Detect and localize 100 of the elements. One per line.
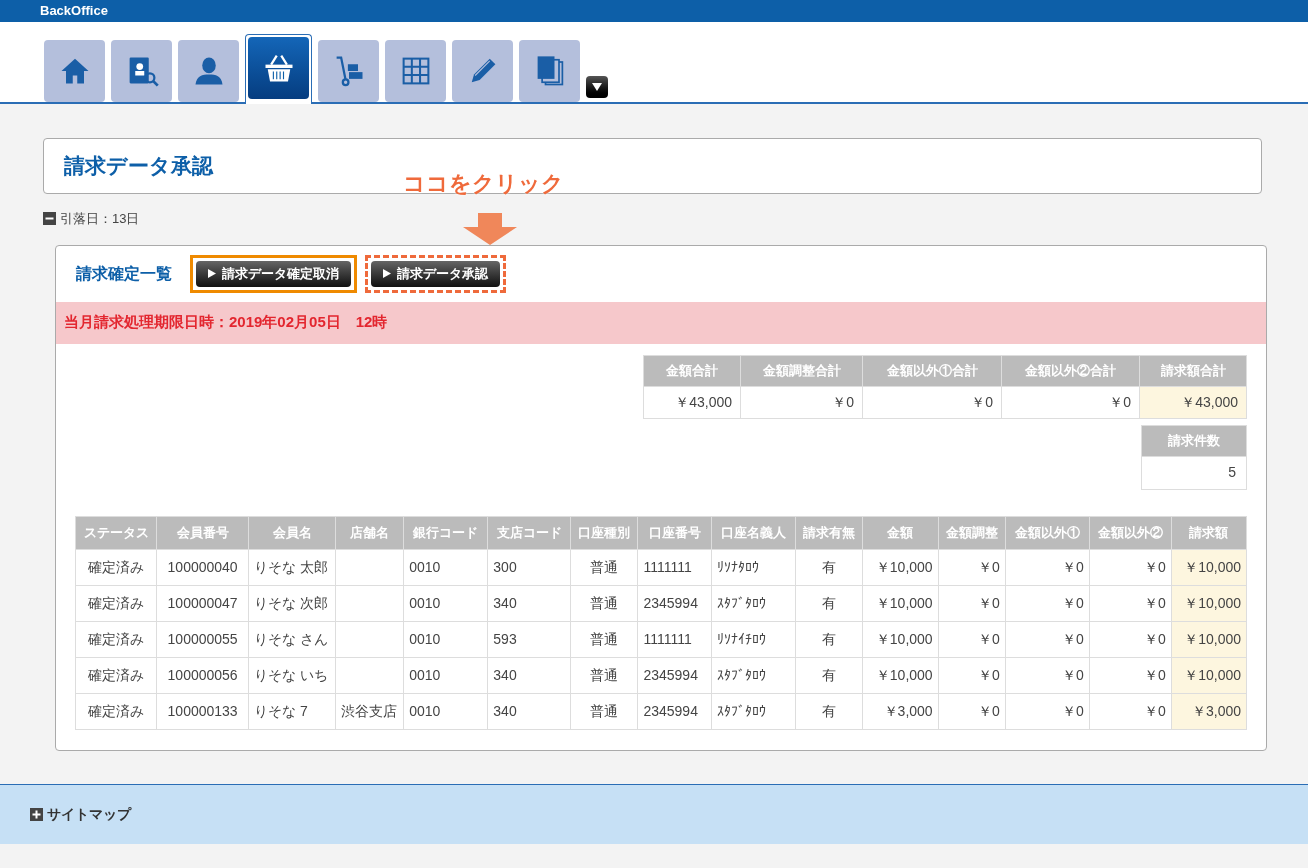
table-cell: 300 [493, 558, 517, 575]
column-header: 銀行コード [403, 516, 488, 549]
column-header: 店舗名 [335, 516, 404, 549]
dropdown-button[interactable] [586, 76, 608, 98]
table-cell: 普通 [590, 666, 619, 683]
table-cell: 確定済み [88, 702, 145, 719]
app-title: BackOffice [40, 2, 108, 21]
table-cell: 0010 [409, 666, 441, 683]
column-header: 金額合計 [643, 355, 741, 386]
play-icon [208, 269, 216, 278]
table-cell: 340 [493, 594, 517, 611]
table-cell: 593 [493, 630, 517, 647]
panel-title: 請求確定一覧 [76, 263, 172, 284]
table-cell: ￥0 [1144, 558, 1166, 575]
annotation-text: ココをクリック [403, 170, 564, 198]
table-cell: 0010 [409, 558, 441, 575]
table-cell: ￥0 [1061, 630, 1084, 647]
table-cell: 有 [821, 630, 836, 647]
table-cell: 普通 [590, 558, 619, 575]
table-cell: ￥43,000 [643, 386, 741, 418]
table-cell: 100000055 [167, 630, 238, 647]
table-cell: ￥0 [862, 386, 1002, 418]
nav-tab[interactable] [248, 37, 309, 99]
table-cell: 340 [493, 702, 517, 719]
table-cell: ￥0 [1061, 702, 1084, 719]
table-cell: ￥10,000 [1184, 558, 1241, 575]
plus-icon[interactable] [30, 808, 43, 821]
table-cell: ￥0 [977, 594, 1000, 611]
table-cell: 有 [821, 594, 836, 611]
table-cell: 100000056 [167, 666, 238, 683]
column-header: 口座名義人 [712, 516, 796, 549]
minus-icon[interactable] [43, 212, 56, 226]
table-cell: ￥3,000 [883, 702, 933, 719]
table-cell: りそな いち [254, 666, 329, 683]
table-cell: 2345994 [643, 594, 698, 611]
column-header: 金額以外②合計 [1001, 355, 1140, 386]
column-header: 請求額 [1171, 516, 1247, 549]
table-cell: ￥10,000 [875, 594, 933, 611]
nav-tab[interactable] [111, 40, 172, 102]
table-cell: 2345994 [643, 666, 698, 683]
table-cell: 有 [821, 558, 836, 575]
table-cell: 普通 [590, 702, 619, 719]
debit-date: 引落日：13日 [60, 210, 140, 228]
table-cell: ￥0 [1144, 666, 1166, 683]
column-header: 請求額合計 [1139, 355, 1247, 386]
table-cell: 確定済み [88, 630, 145, 647]
table-cell: ￥10,000 [1184, 594, 1241, 611]
table-cell: 1111111 [643, 558, 692, 575]
table-cell: 確定済み [88, 666, 145, 683]
table-cell: 100000133 [167, 702, 238, 719]
table-cell: 渋谷支店 [341, 702, 398, 719]
column-header: 会員名 [248, 516, 336, 549]
table-cell: ￥0 [1001, 386, 1140, 418]
table-cell: ￥0 [1061, 558, 1084, 575]
caret-icon [592, 83, 602, 91]
column-header: ステータス [75, 516, 157, 549]
table-cell: ￥0 [1144, 702, 1166, 719]
table-cell: ￥0 [977, 702, 1000, 719]
table-cell: 340 [493, 666, 517, 683]
column-header: 金額 [862, 516, 939, 549]
table-cell: ￥10,000 [875, 630, 933, 647]
action-button[interactable]: 請求データ確定取消 [196, 260, 351, 287]
table-cell: 1111111 [643, 630, 692, 647]
table-cell: ￥0 [740, 386, 863, 418]
column-header: 金額調整 [938, 516, 1006, 549]
column-header: 請求有無 [795, 516, 863, 549]
table-cell: 有 [821, 666, 836, 683]
action-button[interactable]: 請求データ承認 [371, 260, 500, 287]
table-cell: 0010 [409, 594, 441, 611]
table-cell: ￥0 [1061, 594, 1084, 611]
table-cell: ￥0 [1061, 666, 1084, 683]
sitemap-link[interactable]: サイトマップ [47, 804, 131, 825]
table-cell: 5 [1141, 456, 1247, 489]
table-cell: りそな 7 [254, 702, 308, 719]
table-cell: 確定済み [88, 594, 145, 611]
table-cell: ￥0 [977, 630, 1000, 647]
table-cell: ￥10,000 [1184, 666, 1241, 683]
column-header: 支店コード [487, 516, 571, 549]
down-arrow-icon [463, 213, 517, 245]
table-cell: 普通 [590, 630, 619, 647]
table-cell: 普通 [590, 594, 619, 611]
table-cell: 2345994 [643, 702, 698, 719]
table-cell: ｽﾀﾌﾞﾀﾛｳ [717, 666, 767, 683]
table-cell: ￥10,000 [875, 666, 933, 683]
table-cell: りそな 太郎 [254, 558, 329, 575]
table-cell: ￥0 [977, 666, 1000, 683]
table-cell: ｽﾀﾌﾞﾀﾛｳ [717, 702, 767, 719]
page-title: 請求データ承認 [64, 153, 213, 180]
table-cell: ￥3,000 [1191, 702, 1241, 719]
table-cell: 100000047 [167, 594, 238, 611]
table-cell: ｽﾀﾌﾞﾀﾛｳ [717, 594, 767, 611]
table-cell: りそな 次郎 [254, 594, 329, 611]
play-icon [383, 269, 391, 278]
table-cell: 有 [821, 702, 836, 719]
column-header: 金額以外② [1089, 516, 1172, 549]
table-cell: 0010 [409, 630, 441, 647]
column-header: 金額以外① [1005, 516, 1090, 549]
table-cell: ￥10,000 [1184, 630, 1241, 647]
deadline-text: 当月請求処理期限日時：2019年02月05日 12時 [64, 312, 388, 333]
table-cell: りそな さん [254, 630, 329, 647]
